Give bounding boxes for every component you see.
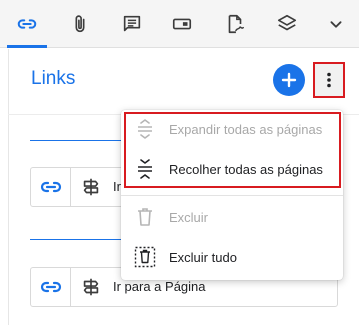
link-item-label: Ir: [113, 179, 121, 194]
add-link-button[interactable]: [273, 64, 305, 96]
menu-divider: [121, 195, 343, 196]
page-divider: [30, 239, 125, 240]
chevron-down-icon: [330, 21, 342, 28]
tab-comments[interactable]: [107, 0, 157, 48]
go-to-action-button[interactable]: [71, 168, 111, 206]
toolbar-more-dropdown[interactable]: [311, 0, 359, 48]
link-type-button[interactable]: [31, 168, 71, 206]
more-vertical-icon: [327, 72, 331, 88]
link-icon: [40, 181, 61, 193]
tab-form-fields[interactable]: [157, 0, 207, 48]
paperclip-icon: [75, 15, 85, 33]
menu-item-delete-all[interactable]: Excluir tudo: [121, 239, 343, 275]
comment-icon: [123, 15, 141, 32]
link-type-button[interactable]: [31, 268, 71, 306]
page-divider: [30, 140, 125, 141]
link-icon: [40, 281, 61, 293]
menu-item-delete[interactable]: Excluir: [121, 199, 343, 235]
panel-title: Links: [31, 68, 76, 89]
delete-all-icon: [134, 246, 156, 268]
go-to-action-button[interactable]: [71, 268, 111, 306]
menu-item-label: Excluir: [169, 209, 209, 225]
form-field-icon: [172, 18, 192, 30]
trash-icon: [138, 208, 152, 226]
link-item-label: Ir para a Página: [113, 279, 206, 294]
menu-item-label: Excluir tudo: [169, 249, 237, 265]
highlight-box: [124, 112, 341, 188]
signature-file-icon: [228, 14, 244, 34]
tab-layers[interactable]: [262, 0, 312, 48]
link-icon: [17, 19, 37, 29]
plus-icon: [281, 72, 297, 88]
signpost-icon: [83, 278, 99, 296]
more-options-button[interactable]: [313, 62, 345, 98]
layers-icon: [277, 14, 297, 31]
tab-links[interactable]: [2, 0, 52, 48]
signpost-icon: [83, 178, 99, 196]
tab-attachments[interactable]: [55, 0, 105, 48]
toolbar: [0, 0, 359, 48]
tab-signatures[interactable]: [210, 0, 260, 48]
